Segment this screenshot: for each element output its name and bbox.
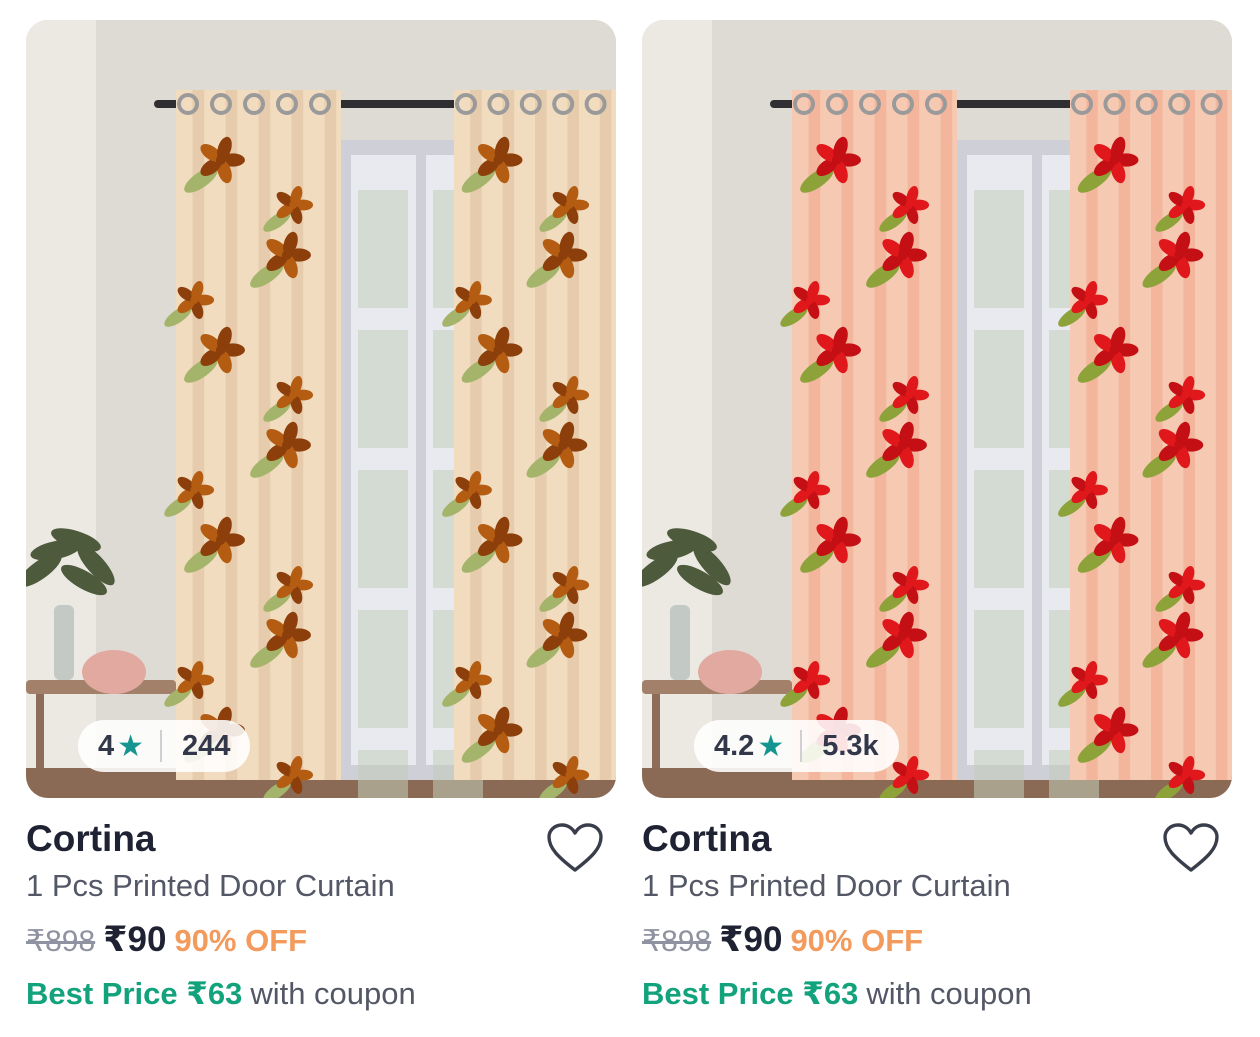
curtain-photo <box>26 20 616 798</box>
wishlist-button[interactable] <box>546 822 604 874</box>
product-grid: 4 ★ 244 Cortina 1 Pcs Printed Door Curta… <box>0 0 1260 1037</box>
curtain-photo <box>642 20 1232 798</box>
rating-badge: 4 ★ 244 <box>78 720 251 772</box>
selling-price: ₹90 <box>103 920 167 959</box>
heart-outline-icon <box>1163 823 1219 872</box>
price-row: ₹898 ₹90 90% OFF <box>26 920 307 960</box>
product-card[interactable]: 4 ★ 244 Cortina 1 Pcs Printed Door Curta… <box>26 20 616 1030</box>
product-image[interactable]: 4 ★ 244 <box>26 20 616 798</box>
mrp-price: ₹898 <box>642 925 712 958</box>
star-icon: ★ <box>757 729 785 763</box>
rating-count: 5.3k <box>822 729 879 762</box>
discount-label: 90% OFF <box>790 923 924 958</box>
best-price-label: Best Price ₹63 <box>642 976 859 1011</box>
rating-badge: 4.2 ★ 5.3k <box>694 720 899 772</box>
brand-name[interactable]: Cortina <box>26 818 156 860</box>
rating-divider <box>160 730 163 762</box>
rating-divider <box>800 730 803 762</box>
heart-outline-icon <box>547 823 603 872</box>
rating-value: 4.2 <box>714 729 755 762</box>
best-price-row: Best Price ₹63 with coupon <box>26 976 416 1012</box>
brand-name[interactable]: Cortina <box>642 818 772 860</box>
best-price-suffix: with coupon <box>866 976 1032 1011</box>
rating-count: 244 <box>182 729 231 762</box>
mrp-price: ₹898 <box>26 925 96 958</box>
discount-label: 90% OFF <box>174 923 308 958</box>
product-card[interactable]: 4.2 ★ 5.3k Cortina 1 Pcs Printed Door Cu… <box>642 20 1232 1030</box>
best-price-label: Best Price ₹63 <box>26 976 243 1011</box>
product-title[interactable]: 1 Pcs Printed Door Curtain <box>642 868 1011 904</box>
best-price-suffix: with coupon <box>250 976 416 1011</box>
price-row: ₹898 ₹90 90% OFF <box>642 920 923 960</box>
wishlist-button[interactable] <box>1162 822 1220 874</box>
selling-price: ₹90 <box>719 920 783 959</box>
rating-value: 4 <box>98 729 115 762</box>
product-image[interactable]: 4.2 ★ 5.3k <box>642 20 1232 798</box>
product-title[interactable]: 1 Pcs Printed Door Curtain <box>26 868 395 904</box>
star-icon: ★ <box>117 729 145 763</box>
best-price-row: Best Price ₹63 with coupon <box>642 976 1032 1012</box>
